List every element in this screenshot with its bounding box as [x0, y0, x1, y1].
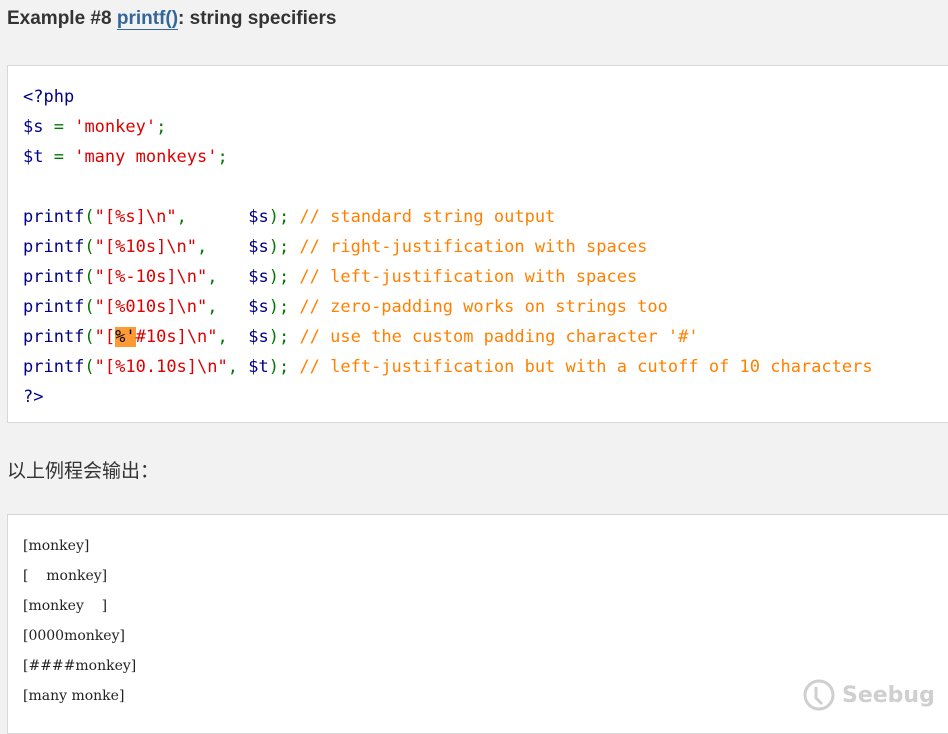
code-token: ,	[207, 267, 249, 287]
code-string: 'many monkeys'	[74, 147, 218, 167]
output-line: [many monke]	[23, 688, 125, 704]
code-token: ?>	[23, 387, 44, 407]
example-title-suffix: : string specifiers	[178, 8, 337, 29]
code-token: ,	[217, 327, 249, 347]
code-variable: $s	[248, 267, 269, 287]
code-example-box: <?php $s = 'monkey'; $t = 'many monkeys'; p…	[7, 65, 948, 423]
code-comment: // zero-padding works on strings too	[299, 297, 668, 317]
code-token: );	[268, 207, 300, 227]
code-token: (	[84, 237, 95, 257]
code-token: (	[84, 297, 95, 317]
code-token: printf	[23, 207, 85, 227]
code-comment: // left-justification but with a cutoff …	[299, 357, 873, 377]
code-comment: // left-justification with spaces	[299, 267, 638, 287]
output-line: [0000monkey]	[23, 628, 125, 644]
php-code-block: <?php $s = 'monkey'; $t = 'many monkeys'; p…	[23, 82, 873, 412]
code-token: ,	[176, 207, 249, 227]
code-token: printf	[23, 297, 85, 317]
code-token: (	[84, 267, 95, 287]
code-token: );	[268, 237, 300, 257]
code-variable: $s	[248, 327, 269, 347]
code-token: ,	[227, 357, 249, 377]
code-string: "[%10.10s]\n"	[94, 357, 228, 377]
output-line: [####monkey]	[23, 658, 137, 674]
code-token: printf	[23, 357, 85, 377]
printf-link[interactable]: printf()	[116, 8, 179, 30]
watermark-text: Seebug	[842, 682, 935, 708]
code-variable: $s	[248, 297, 269, 317]
code-token: =	[43, 117, 75, 137]
code-string: "[%010s]\n"	[94, 297, 208, 317]
code-comment: // standard string output	[299, 207, 556, 227]
code-line: printf("[%s]\n", $s); // standard string…	[23, 202, 873, 232]
code-string: "[%-10s]\n"	[94, 267, 208, 287]
output-block: [monkey] [ monkey] [monkey ] [0000monkey] [#…	[23, 531, 136, 711]
output-line: [monkey ]	[23, 598, 108, 614]
code-variable: $s	[248, 237, 269, 257]
code-comment: // use the custom padding character '#'	[299, 327, 699, 347]
code-line: <?php	[23, 82, 873, 112]
code-comment: // right-justification with spaces	[299, 237, 648, 257]
output-line: [monkey]	[23, 538, 90, 554]
example-title: Example #8 printf(): string specifiers	[7, 8, 336, 30]
output-line: [ monkey]	[23, 568, 108, 584]
seebug-logo-icon	[803, 679, 835, 711]
example-title-prefix: Example #8	[7, 8, 117, 29]
code-token: );	[268, 297, 300, 317]
code-token: );	[268, 327, 300, 347]
code-variable: $t	[248, 357, 269, 377]
code-token: );	[268, 267, 300, 287]
output-label: 以上例程会输出：	[7, 460, 160, 482]
code-token: =	[43, 147, 75, 167]
code-line: printf("[%10.10s]\n", $t); // left-justi…	[23, 352, 873, 382]
code-token: (	[84, 357, 95, 377]
code-token: ,	[197, 237, 249, 257]
code-line: printf("[%10s]\n", $s); // right-justifi…	[23, 232, 873, 262]
code-string: "[%s]\n"	[94, 207, 177, 227]
code-token: ;	[217, 147, 228, 167]
code-line: ?>	[23, 382, 873, 412]
code-token: (	[84, 327, 95, 347]
code-variable: $t	[23, 147, 44, 167]
code-line: printf("[%'#10s]\n", $s); // use the cus…	[23, 322, 873, 352]
code-token: <?php	[23, 87, 75, 107]
code-token: ;	[156, 117, 167, 137]
code-token: printf	[23, 237, 85, 257]
seebug-watermark: Seebug	[802, 678, 935, 712]
code-token: printf	[23, 267, 85, 287]
code-string: "[%10s]\n"	[94, 237, 198, 257]
code-string: "[	[94, 327, 116, 347]
code-line: printf("[%-10s]\n", $s); // left-justifi…	[23, 262, 873, 292]
code-string: #10s]\n"	[135, 327, 218, 347]
code-token: (	[84, 207, 95, 227]
code-line: $s = 'monkey';	[23, 112, 873, 142]
code-token: ,	[207, 297, 249, 317]
code-token: printf	[23, 327, 85, 347]
code-variable: $s	[23, 117, 44, 137]
code-line: printf("[%010s]\n", $s); // zero-padding…	[23, 292, 873, 322]
code-variable: $s	[248, 207, 269, 227]
code-token: );	[268, 357, 300, 377]
code-line: $t = 'many monkeys';	[23, 142, 873, 172]
code-highlight: %'	[115, 327, 136, 347]
code-string: 'monkey'	[74, 117, 157, 137]
